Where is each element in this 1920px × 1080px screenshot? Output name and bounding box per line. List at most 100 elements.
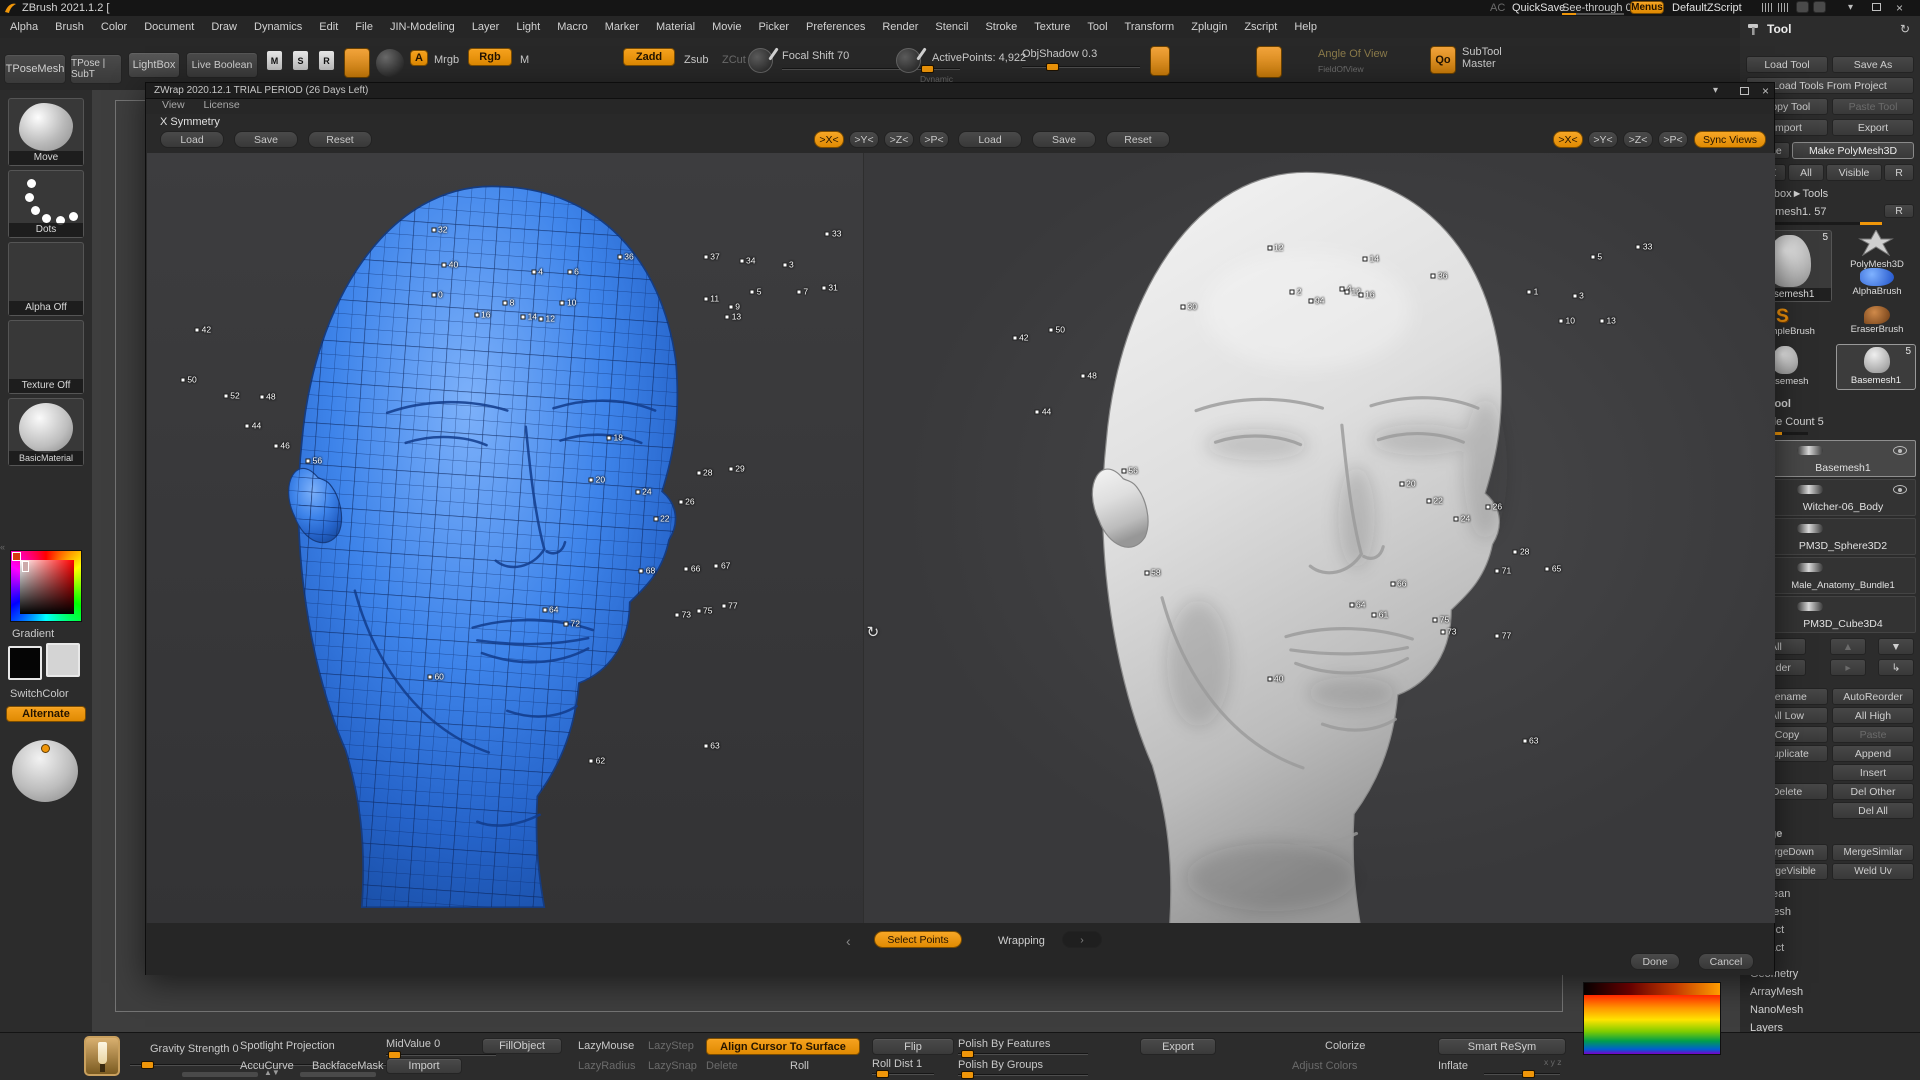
mesh-point-marker[interactable]: 63 — [1522, 738, 1527, 743]
gradient-label[interactable]: Gradient — [12, 628, 54, 640]
mesh-point-marker[interactable]: 26 — [1486, 505, 1491, 510]
axis-p-right[interactable]: >P< — [1658, 131, 1688, 148]
mesh-point-marker[interactable]: 46 — [273, 443, 278, 448]
mesh-point-marker[interactable]: 66 — [1390, 582, 1395, 587]
edit-mode-icon[interactable] — [1256, 46, 1282, 78]
mesh-point-marker[interactable]: 26 — [678, 499, 683, 504]
secondary-color-swatch[interactable] — [46, 643, 80, 677]
midvalue-slider[interactable] — [386, 1054, 496, 1056]
menu-item[interactable]: Marker — [605, 21, 639, 33]
target-mesh-pane[interactable]: 1214363353024941216131013425048445658202… — [863, 153, 1775, 923]
polish-groups-slider-label[interactable]: Polish By Groups — [958, 1059, 1043, 1071]
menu-item[interactable]: JIN-Modeling — [390, 21, 455, 33]
zadd-button[interactable]: Zadd — [623, 48, 675, 66]
mesh-point-marker[interactable]: 64 — [542, 607, 547, 612]
menu-item[interactable]: Material — [656, 21, 695, 33]
menu-item[interactable]: Movie — [712, 21, 741, 33]
mesh-point-marker[interactable]: 75 — [1433, 618, 1438, 623]
fillobject-button[interactable]: FillObject — [482, 1038, 562, 1054]
quicksave-button[interactable]: QuickSave — [1512, 2, 1565, 14]
zcut-button[interactable]: ZCut — [722, 54, 746, 66]
menu-item[interactable]: Macro — [557, 21, 588, 33]
menu-item[interactable]: Brush — [55, 21, 84, 33]
mesh-point-marker[interactable]: 20 — [589, 478, 594, 483]
zwrap-close-icon[interactable]: × — [1762, 84, 1769, 98]
zwrap-load-left[interactable]: Load — [160, 131, 224, 148]
smart-resym-button[interactable]: Smart ReSym — [1438, 1038, 1566, 1055]
default-zscript-button[interactable]: DefaultZScript — [1672, 2, 1742, 14]
lazysnap-slider-label[interactable]: LazySnap — [648, 1060, 697, 1072]
zwrap-save-right[interactable]: Save — [1032, 131, 1096, 148]
mesh-point-marker[interactable]: 30 — [1181, 305, 1186, 310]
mesh-point-marker[interactable]: 42 — [195, 328, 200, 333]
restore-window-icon[interactable] — [1872, 3, 1881, 11]
mirror-icon[interactable]: M — [266, 50, 283, 71]
mergesimilar-button[interactable]: MergeSimilar — [1832, 844, 1914, 861]
zwrap-restore-icon[interactable] — [1740, 87, 1749, 95]
append-button[interactable]: Append — [1832, 745, 1914, 762]
menu-item[interactable]: Picker — [758, 21, 789, 33]
focal-shift-icon[interactable] — [896, 48, 921, 73]
palette-section-header[interactable]: NanoMesh — [1750, 1004, 1817, 1016]
mesh-point-marker[interactable]: 6 — [567, 270, 572, 275]
roll-toggle[interactable]: Roll — [790, 1060, 809, 1072]
mesh-point-marker[interactable]: 77 — [721, 603, 726, 608]
mesh-point-marker[interactable]: 3 — [782, 262, 787, 267]
goz-visible-button[interactable]: Visible — [1826, 164, 1882, 181]
ui-shrink-icon[interactable] — [1762, 3, 1774, 12]
update-size-icon[interactable] — [1150, 46, 1170, 76]
mesh-point-marker[interactable]: 32 — [431, 228, 436, 233]
value-gradient-bar[interactable] — [1584, 983, 1720, 995]
polish-groups-slider[interactable] — [958, 1074, 1088, 1076]
inflate-slider-label[interactable]: Inflate — [1438, 1060, 1468, 1072]
lightbox-button[interactable]: LightBox — [128, 52, 180, 78]
mesh-point-marker[interactable]: 77 — [1495, 633, 1500, 638]
tool-item-eraserbrush[interactable]: EraserBrush — [1840, 306, 1914, 344]
menu-item[interactable]: Help — [1294, 21, 1317, 33]
field-of-view-label[interactable]: FieldOfView — [1318, 64, 1364, 74]
mesh-point-marker[interactable]: 68 — [639, 569, 644, 574]
menu-item[interactable]: Light — [516, 21, 540, 33]
delete-curve-button[interactable]: Delete — [706, 1060, 738, 1072]
focal-shift-slider[interactable] — [782, 68, 960, 70]
mesh-point-marker[interactable]: 66 — [684, 566, 689, 571]
menu-item[interactable]: Zscript — [1244, 21, 1277, 33]
mesh-point-marker[interactable]: 12 — [1344, 289, 1349, 294]
m-button[interactable]: M — [520, 54, 529, 66]
mesh-point-marker[interactable]: 42 — [1012, 335, 1017, 340]
scale-icon[interactable]: S — [292, 50, 309, 71]
mesh-point-marker[interactable]: 2 — [1290, 289, 1295, 294]
projection-master-icon[interactable] — [344, 48, 370, 78]
backfacemask-toggle[interactable]: BackfaceMask — [312, 1060, 384, 1072]
texture-selector[interactable]: Texture Off — [8, 320, 84, 394]
axis-x-right[interactable]: >X< — [1553, 131, 1583, 148]
spotlight-projection-toggle[interactable]: Spotlight Projection — [240, 1040, 335, 1052]
mesh-point-marker[interactable]: 48 — [1080, 374, 1085, 379]
export-button[interactable]: Export — [1832, 119, 1914, 136]
mesh-point-marker[interactable]: 3 — [1572, 294, 1577, 299]
mesh-point-marker[interactable]: 36 — [1431, 274, 1436, 279]
zwrap-menu-view[interactable]: View — [162, 99, 185, 111]
spectrum-color-palette[interactable] — [1583, 982, 1721, 1055]
menu-item[interactable]: Stroke — [985, 21, 1017, 33]
polish-features-slider-label[interactable]: Polish By Features — [958, 1038, 1050, 1050]
all-high-button[interactable]: All High — [1832, 707, 1914, 724]
menu-item[interactable]: Render — [882, 21, 918, 33]
mesh-point-marker[interactable]: 73 — [1440, 629, 1445, 634]
mesh-point-marker[interactable]: 24 — [635, 489, 640, 494]
axis-z-right[interactable]: >Z< — [1623, 131, 1653, 148]
paste-tool-button[interactable]: Paste Tool — [1832, 98, 1914, 115]
tool-item-basemesh1-selected[interactable]: 5 Basemesh1 — [1836, 344, 1916, 390]
mesh-point-marker[interactable]: 12 — [538, 317, 543, 322]
mesh-point-marker[interactable]: 34 — [739, 258, 744, 263]
mesh-point-marker[interactable]: 28 — [1513, 549, 1518, 554]
zwrap-save-left[interactable]: Save — [234, 131, 298, 148]
mesh-point-marker[interactable]: 14 — [521, 315, 526, 320]
mesh-point-marker[interactable]: 20 — [1399, 482, 1404, 487]
done-button[interactable]: Done — [1630, 953, 1680, 970]
axis-p-left[interactable]: >P< — [919, 131, 949, 148]
tpose-subt-button[interactable]: TPose | SubT — [70, 54, 122, 84]
x-symmetry-toggle[interactable]: X Symmetry — [160, 116, 220, 128]
mesh-point-marker[interactable]: 14 — [1363, 257, 1368, 262]
adjust-colors-button[interactable]: Adjust Colors — [1292, 1060, 1357, 1072]
